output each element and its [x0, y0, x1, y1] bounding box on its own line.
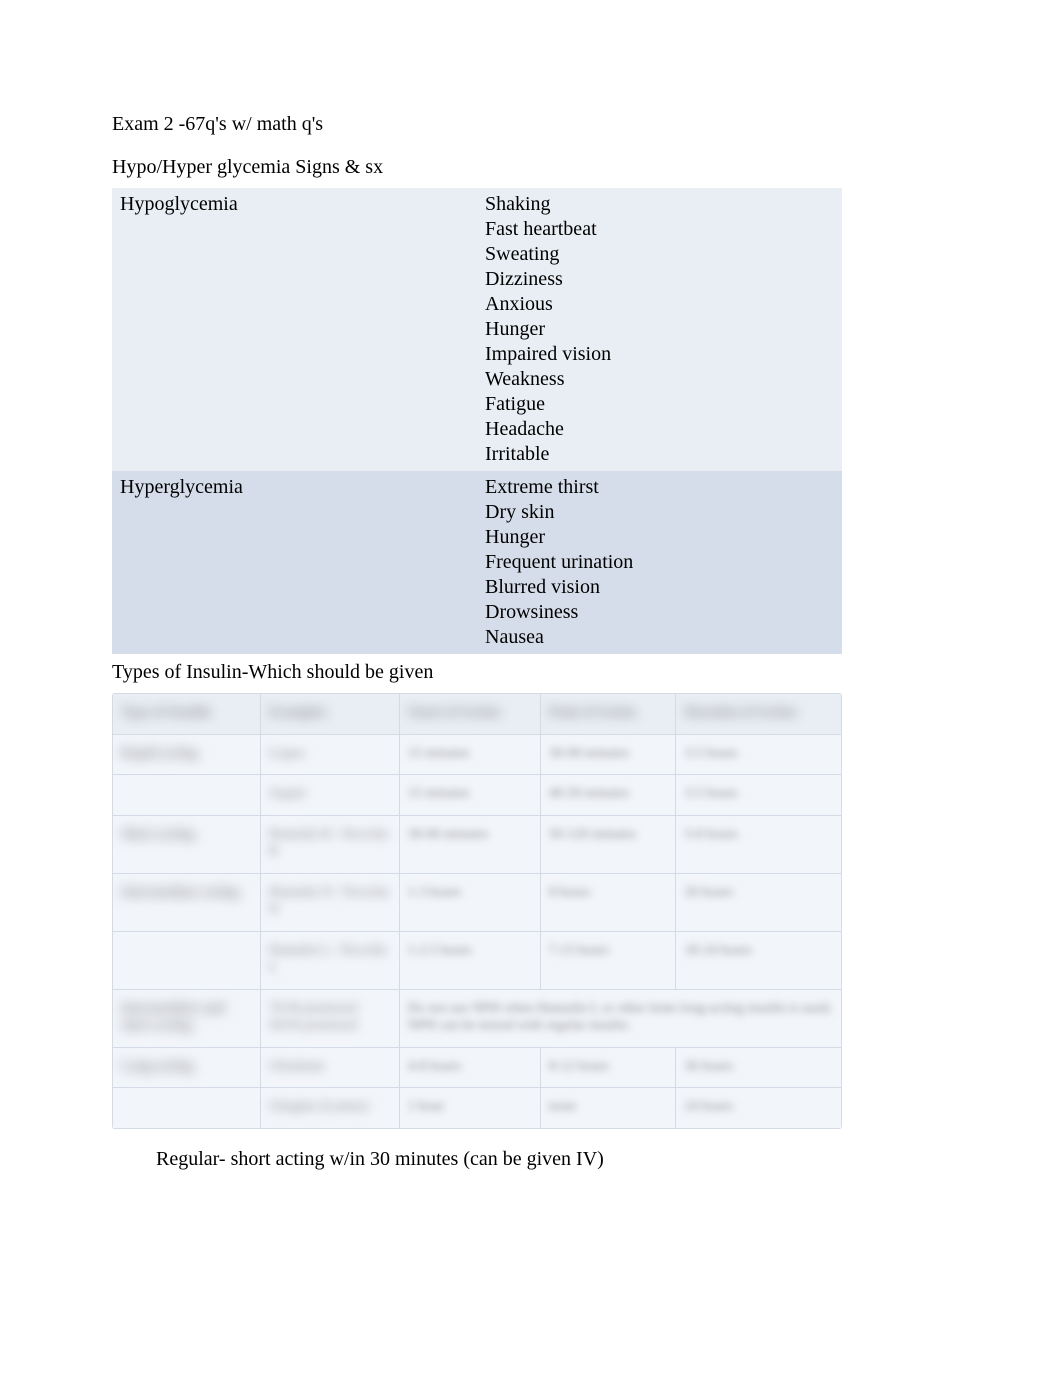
- col-header: Onset of Action: [399, 694, 540, 735]
- bullet-text: Regular- short acting w/in 30 minutes (c…: [156, 1147, 944, 1172]
- list-item: Headache: [485, 417, 834, 442]
- insulin-category: Intermediate and short acting: [113, 989, 261, 1047]
- document-page: Exam 2 -67q's w/ math q's Hypo/Hyper gly…: [0, 0, 1062, 1232]
- insulin-cell: 15 minutes: [399, 734, 540, 775]
- list-item: Dry skin: [485, 500, 834, 525]
- glycemia-label: Hyperglycemia: [112, 471, 477, 654]
- insulin-cell: 30-60 minutes: [399, 815, 540, 873]
- col-header: Type of Insulin: [113, 694, 261, 735]
- insulin-category: [113, 931, 261, 989]
- list-item: Frequent urination: [485, 550, 834, 575]
- insulin-category: Intermediate acting: [113, 873, 261, 931]
- list-item: Extreme thirst: [485, 475, 834, 500]
- list-item: Drowsiness: [485, 600, 834, 625]
- list-item: Impaired vision: [485, 342, 834, 367]
- insulin-cell: 20 hours: [676, 873, 842, 931]
- insulin-category: Short acting: [113, 815, 261, 873]
- table-row: Intermediate and short acting 70/30 prem…: [113, 989, 842, 1047]
- insulin-cell: Ultralente: [260, 1047, 399, 1088]
- table-row: Glargine (Lantus) 1 hour none 24 hours: [113, 1088, 842, 1129]
- insulin-cell: 1-2.5 hours: [399, 931, 540, 989]
- insulin-cell: none: [540, 1088, 676, 1129]
- insulin-cell: 3-5 hours: [676, 775, 842, 816]
- list-item: Fast heartbeat: [485, 217, 834, 242]
- insulin-cell: 1 hour: [399, 1088, 540, 1129]
- glycemia-items: Extreme thirst Dry skin Hunger Frequent …: [477, 471, 842, 654]
- insulin-category: [113, 1088, 261, 1129]
- table-row: Long-acting Ultralente 4-8 hours 8-12 ho…: [113, 1047, 842, 1088]
- insulin-cell: 4-8 hours: [399, 1047, 540, 1088]
- table-row: Hyperglycemia Extreme thirst Dry skin Hu…: [112, 471, 842, 654]
- insulin-cell: 8-12 hours: [540, 1047, 676, 1088]
- insulin-cell: 7-15 hours: [540, 931, 676, 989]
- insulin-category: [113, 775, 261, 816]
- list-item: Fatigue: [485, 392, 834, 417]
- insulin-cell: 15 minutes: [399, 775, 540, 816]
- page-title: Exam 2 -67q's w/ math q's: [112, 112, 944, 137]
- insulin-cell: 70/30 premixed 50/50 premixed: [260, 989, 399, 1047]
- insulin-cell: 30-90 minutes: [540, 734, 676, 775]
- col-header: Duration of Action: [676, 694, 842, 735]
- glycemia-items: Shaking Fast heartbeat Sweating Dizzines…: [477, 188, 842, 471]
- list-item: Dizziness: [485, 267, 834, 292]
- col-header: Peak of Action: [540, 694, 676, 735]
- insulin-cell: 24 hours: [676, 1088, 842, 1129]
- insulin-cell: Humulin N / Novolin N: [260, 873, 399, 931]
- list-item: Anxious: [485, 292, 834, 317]
- list-item: Hunger: [485, 317, 834, 342]
- insulin-category: Rapid acting: [113, 734, 261, 775]
- table-row: Aspart 15 minutes 40-50 minutes 3-5 hour…: [113, 775, 842, 816]
- list-item: Nausea: [485, 625, 834, 650]
- list-item: Hunger: [485, 525, 834, 550]
- insulin-cell: 1-3 hours: [399, 873, 540, 931]
- table-row: Rapid acting Lispro 15 minutes 30-90 min…: [113, 734, 842, 775]
- insulin-cell: Humulin R / Novolin R: [260, 815, 399, 873]
- insulin-cell: Aspart: [260, 775, 399, 816]
- insulin-cell: Glargine (Lantus): [260, 1088, 399, 1129]
- list-item: Shaking: [485, 192, 834, 217]
- list-item: Irritable: [485, 442, 834, 467]
- insulin-cell: 40-50 minutes: [540, 775, 676, 816]
- list-item: Weakness: [485, 367, 834, 392]
- insulin-cell: Humulin L / Novolin L: [260, 931, 399, 989]
- table-row: Hypoglycemia Shaking Fast heartbeat Swea…: [112, 188, 842, 471]
- list-item: Sweating: [485, 242, 834, 267]
- insulin-note-cell: Do not use NPH when Humulin L or other l…: [399, 989, 841, 1047]
- table-header-row: Type of Insulin Examples Onset of Action…: [113, 694, 842, 735]
- insulin-cell: 50-120 minutes: [540, 815, 676, 873]
- col-header: Examples: [260, 694, 399, 735]
- insulin-cell: 8 hours: [540, 873, 676, 931]
- table-row: Intermediate acting Humulin N / Novolin …: [113, 873, 842, 931]
- insulin-cell: 36 hours: [676, 1047, 842, 1088]
- list-item: Blurred vision: [485, 575, 834, 600]
- section-heading-glycemia: Hypo/Hyper glycemia Signs & sx: [112, 155, 944, 180]
- bullet-item: Regular- short acting w/in 30 minutes (c…: [112, 1147, 944, 1172]
- insulin-category: Long-acting: [113, 1047, 261, 1088]
- insulin-cell: 5-8 hours: [676, 815, 842, 873]
- table-row: Humulin L / Novolin L 1-2.5 hours 7-15 h…: [113, 931, 842, 989]
- insulin-cell: 3-5 hours: [676, 734, 842, 775]
- section-heading-insulin: Types of Insulin-Which should be given: [112, 660, 944, 685]
- glycemia-table: Hypoglycemia Shaking Fast heartbeat Swea…: [112, 188, 842, 654]
- insulin-cell: 18-24 hours: [676, 931, 842, 989]
- glycemia-label: Hypoglycemia: [112, 188, 477, 471]
- table-row: Short acting Humulin R / Novolin R 30-60…: [113, 815, 842, 873]
- insulin-cell: Lispro: [260, 734, 399, 775]
- insulin-table: Type of Insulin Examples Onset of Action…: [112, 693, 842, 1129]
- insulin-table-wrap: Type of Insulin Examples Onset of Action…: [112, 693, 842, 1129]
